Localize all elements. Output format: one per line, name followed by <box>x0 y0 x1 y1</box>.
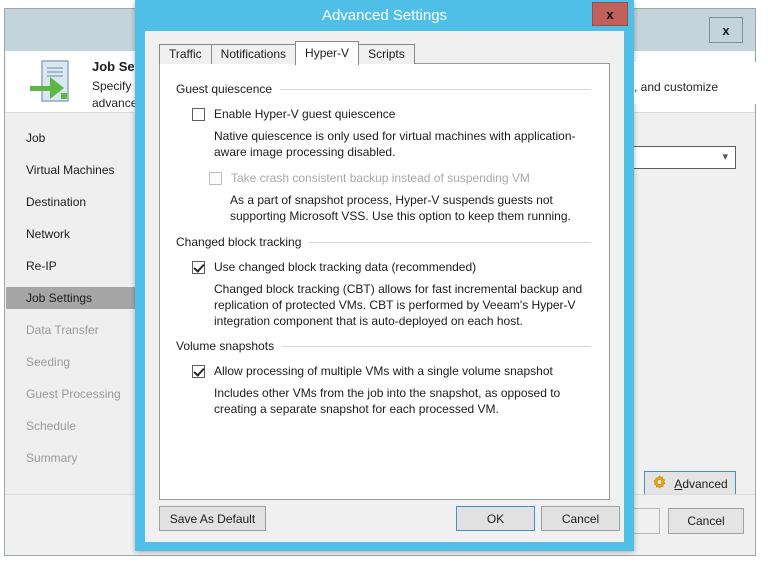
group-changed-block-tracking: Changed block tracking Use changed block… <box>160 235 609 329</box>
sidebar-item-network[interactable]: Network <box>6 223 144 245</box>
tab-hyper-v[interactable]: Hyper-V <box>295 41 360 65</box>
group-divider <box>282 345 591 347</box>
group-volume-snapshots-header: Volume snapshots <box>160 339 609 353</box>
crash-consistent-checkbox <box>209 172 222 185</box>
dialog-title: Advanced Settings <box>321 6 448 24</box>
sidebar-item-job[interactable]: Job <box>6 127 144 149</box>
sidebar-item-re-ip[interactable]: Re-IP <box>6 255 144 277</box>
wizard-cancel-button[interactable]: Cancel <box>668 508 744 534</box>
group-divider <box>280 88 591 90</box>
changed-block-tracking-description: Changed block tracking (CBT) allows for … <box>214 282 583 328</box>
document-arrow-icon <box>28 57 80 107</box>
crash-consistent-row: Take crash consistent backup instead of … <box>160 171 609 185</box>
gear-icon <box>652 475 667 493</box>
tab-notifications[interactable]: Notifications <box>210 44 297 64</box>
sidebar-item-destination[interactable]: Destination <box>6 191 144 213</box>
tab-traffic[interactable]: Traffic <box>159 44 212 64</box>
group-volume-snapshots: Volume snapshots Allow processing of mul… <box>160 339 609 417</box>
cancel-button[interactable]: Cancel <box>541 506 620 531</box>
save-as-default-button[interactable]: Save As Default <box>159 506 266 531</box>
wizard-close-button[interactable]: x <box>709 17 743 43</box>
allow-multiple-vms-checkbox[interactable] <box>192 365 205 378</box>
allow-multiple-vms-row[interactable]: Allow processing of multiple VMs with a … <box>160 364 609 378</box>
wizard-header-right-fragment: , and customize <box>634 62 768 104</box>
sidebar-item-job-settings[interactable]: Job Settings <box>6 287 144 309</box>
allow-multiple-vms-label: Allow processing of multiple VMs with a … <box>214 364 553 378</box>
crash-consistent-description: As a part of snapshot process, Hyper-V s… <box>230 193 571 223</box>
group-guest-quiescence-title: Guest quiescence <box>176 82 273 96</box>
tab-scripts[interactable]: Scripts <box>358 44 415 64</box>
group-volume-snapshots-title: Volume snapshots <box>176 339 275 353</box>
sidebar-item-seeding: Seeding <box>26 355 71 369</box>
group-changed-block-tracking-header: Changed block tracking <box>160 235 609 249</box>
dialog-close-button[interactable]: x <box>592 2 628 26</box>
enable-guest-quiescence-checkbox[interactable] <box>192 108 205 121</box>
group-divider <box>309 241 591 243</box>
wizard-step-sidebar: Job Virtual Machines Destination Network… <box>6 113 145 494</box>
dialog-tabstrip: Traffic Notifications Hyper-V Scripts <box>159 41 415 65</box>
group-changed-block-tracking-title: Changed block tracking <box>176 235 302 249</box>
group-guest-quiescence: Guest quiescence Enable Hyper-V guest qu… <box>160 82 609 224</box>
enable-guest-quiescence-label: Enable Hyper-V guest quiescence <box>214 107 396 121</box>
sidebar-item-guest-processing: Guest Processing <box>26 387 121 401</box>
hyper-v-tab-panel: Guest quiescence Enable Hyper-V guest qu… <box>159 63 610 500</box>
sidebar-item-data-transfer: Data Transfer <box>26 323 99 337</box>
volume-snapshots-description: Includes other VMs from the job into the… <box>214 386 561 416</box>
advanced-button-label: Advanced <box>674 477 728 491</box>
use-cbt-row[interactable]: Use changed block tracking data (recomme… <box>160 260 609 274</box>
use-cbt-checkbox[interactable] <box>192 261 205 274</box>
dialog-body: Traffic Notifications Hyper-V Scripts Gu… <box>145 31 624 542</box>
ok-button[interactable]: OK <box>456 506 535 531</box>
enable-guest-quiescence-row[interactable]: Enable Hyper-V guest quiescence <box>160 107 609 121</box>
sidebar-item-schedule: Schedule <box>26 419 77 433</box>
crash-consistent-label: Take crash consistent backup instead of … <box>231 171 530 185</box>
sidebar-item-virtual-machines[interactable]: Virtual Machines <box>6 159 144 181</box>
guest-quiescence-description: Native quiescence is only used for virtu… <box>214 129 576 159</box>
use-cbt-label: Use changed block tracking data (recomme… <box>214 260 477 274</box>
chevron-down-icon: ▾ <box>722 151 728 163</box>
group-guest-quiescence-header: Guest quiescence <box>160 82 609 96</box>
sidebar-item-summary: Summary <box>26 451 78 465</box>
advanced-settings-dialog: Advanced Settings x Traffic Notification… <box>135 0 634 551</box>
